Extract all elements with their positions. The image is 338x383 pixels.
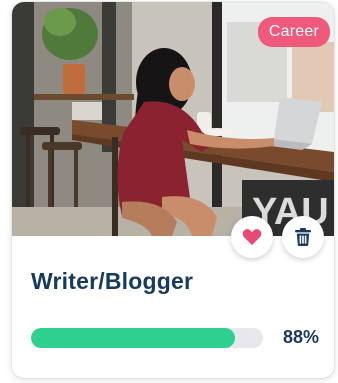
progress-label: 88% xyxy=(283,327,320,347)
card-title: Writer/Blogger xyxy=(31,268,194,294)
favorite-button[interactable] xyxy=(231,216,273,258)
delete-button[interactable] xyxy=(282,216,324,258)
category-badge: Career xyxy=(257,17,330,47)
trash-icon xyxy=(295,228,311,246)
progress-fill xyxy=(31,328,236,348)
heart-icon xyxy=(242,229,262,245)
progress-bar xyxy=(31,328,263,348)
career-card[interactable]: YAU Career Writer/Blogger 88% xyxy=(12,2,334,378)
